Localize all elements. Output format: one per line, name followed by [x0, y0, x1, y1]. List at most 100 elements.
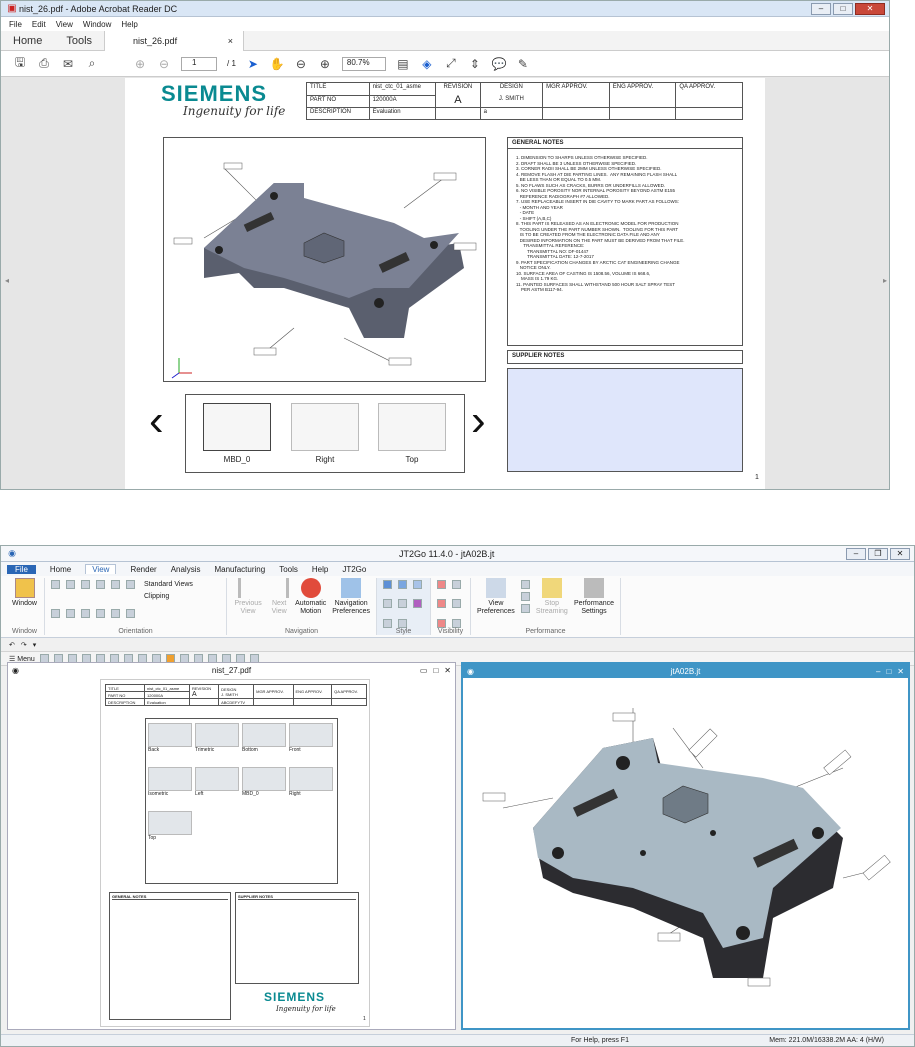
- orient-icon-8[interactable]: [66, 609, 75, 618]
- ribbon-tab-file[interactable]: File: [7, 564, 36, 574]
- menu-window[interactable]: Window: [83, 20, 111, 29]
- perf-icon-1[interactable]: [520, 580, 530, 589]
- performance-settings-button[interactable]: Performance Settings: [574, 578, 614, 635]
- next-view-button[interactable]: Next View: [269, 578, 290, 635]
- show-icon[interactable]: [437, 580, 446, 589]
- scroll-mode-icon[interactable]: ⇕: [468, 57, 482, 71]
- minimize-button[interactable]: –: [811, 2, 831, 15]
- right-panel-toggle-icon[interactable]: ▸: [883, 276, 887, 285]
- view-mbd[interactable]: MBD_0: [242, 767, 286, 797]
- style-hidden-icon[interactable]: [383, 599, 392, 609]
- menu-edit[interactable]: Edit: [32, 20, 46, 29]
- view-preferences-button[interactable]: View Preferences: [477, 578, 515, 635]
- tab-document[interactable]: nist_26.pdf ×: [104, 30, 245, 51]
- right-pane-close-icon[interactable]: ✕: [897, 667, 904, 676]
- ribbon-tab-home[interactable]: Home: [50, 565, 71, 574]
- orient-icon-2[interactable]: [66, 580, 75, 589]
- ribbon-tab-analysis[interactable]: Analysis: [171, 565, 201, 574]
- view-left[interactable]: Left: [195, 767, 239, 797]
- view-front[interactable]: Front: [289, 723, 333, 753]
- style-trans-icon[interactable]: [398, 599, 407, 609]
- ribbon-tab-jt2go[interactable]: JT2Go: [342, 565, 366, 574]
- stop-streaming-button[interactable]: Stop Streaming: [536, 578, 568, 635]
- view-back[interactable]: Back: [148, 723, 192, 753]
- next-view-arrow-icon[interactable]: ›: [471, 396, 486, 446]
- orient-icon-11[interactable]: [111, 609, 120, 618]
- close-button[interactable]: ✕: [855, 2, 885, 15]
- orient-icon-10[interactable]: [96, 609, 105, 618]
- fullscreen-icon[interactable]: ⤢: [444, 56, 458, 71]
- orient-icon-12[interactable]: [126, 609, 135, 618]
- sign-icon[interactable]: ✎: [516, 57, 530, 71]
- zoom-level-select[interactable]: 80.7%: [341, 56, 386, 71]
- page-up-icon[interactable]: ⊕: [133, 57, 147, 71]
- style-shaded-icon[interactable]: [383, 580, 392, 589]
- ribbon-tab-view[interactable]: View: [85, 564, 117, 574]
- customize-icon[interactable]: ▾: [33, 641, 37, 649]
- invert-icon[interactable]: [452, 618, 461, 628]
- jt-restore-button[interactable]: ❐: [868, 547, 888, 560]
- page-down-icon[interactable]: ⊖: [157, 57, 171, 71]
- perf-icon-2[interactable]: [520, 592, 530, 601]
- jt-minimize-button[interactable]: –: [846, 547, 866, 560]
- menu-help[interactable]: Help: [121, 20, 137, 29]
- thumbnail-mbd[interactable]: MBD_0: [202, 403, 272, 464]
- jt-close-button[interactable]: ✕: [890, 547, 910, 560]
- maximize-button[interactable]: □: [833, 2, 853, 15]
- right-pane-maximize-icon[interactable]: □: [886, 667, 891, 676]
- left-panel-toggle-icon[interactable]: ◂: [5, 276, 9, 285]
- orient-icon-5[interactable]: [111, 580, 120, 589]
- jt-model-viewport[interactable]: [463, 678, 908, 1028]
- orient-icon-7[interactable]: [51, 609, 60, 618]
- 3d-view-area[interactable]: [163, 137, 486, 382]
- select-cursor-icon[interactable]: ➤: [246, 57, 260, 71]
- comment-icon[interactable]: 💬: [491, 57, 506, 71]
- left-pane-close-icon[interactable]: ✕: [444, 666, 451, 675]
- redo-icon[interactable]: ↷: [21, 641, 27, 649]
- view-top[interactable]: Top: [148, 811, 192, 841]
- clipping-button[interactable]: Clipping: [144, 591, 193, 603]
- search-icon[interactable]: ⌕: [85, 56, 99, 71]
- navigation-preferences-button[interactable]: Navigation Preferences: [332, 578, 370, 635]
- tab-tools[interactable]: Tools: [54, 31, 104, 51]
- perf-icon-3[interactable]: [520, 604, 530, 613]
- ribbon-tab-tools[interactable]: Tools: [279, 565, 298, 574]
- automatic-motion-button[interactable]: Automatic Motion: [295, 578, 326, 635]
- zoom-out-icon[interactable]: ⊖: [294, 57, 308, 71]
- style-material-icon[interactable]: [413, 599, 422, 609]
- view-isometric[interactable]: Isometric: [148, 767, 192, 797]
- page-number-input[interactable]: 1: [181, 56, 217, 71]
- ribbon-tab-help[interactable]: Help: [312, 565, 328, 574]
- view-right[interactable]: Right: [289, 767, 333, 797]
- thumbnail-right[interactable]: Right: [290, 403, 360, 464]
- menu-view[interactable]: View: [56, 20, 73, 29]
- right-pane-minimize-icon[interactable]: –: [876, 667, 880, 676]
- view-trimetric[interactable]: Trimetric: [195, 723, 239, 753]
- page-display-icon[interactable]: ▤: [396, 57, 410, 71]
- previous-view-arrow-icon[interactable]: ‹: [149, 396, 164, 446]
- left-pane-minimize-icon[interactable]: ▭: [420, 666, 428, 675]
- show-all-icon[interactable]: [452, 599, 461, 609]
- save-icon[interactable]: 🖫: [13, 55, 27, 71]
- zoom-in-icon[interactable]: ⊕: [318, 57, 332, 71]
- undo-icon[interactable]: ↶: [9, 641, 15, 649]
- style-wire-icon[interactable]: [413, 580, 422, 589]
- orient-icon-6[interactable]: [126, 580, 135, 589]
- show-only-icon[interactable]: [437, 599, 446, 609]
- standard-views-button[interactable]: Standard Views: [144, 579, 193, 591]
- orient-icon-3[interactable]: [81, 580, 90, 589]
- style-box-icon[interactable]: [398, 618, 407, 628]
- thumbnail-top[interactable]: Top: [377, 403, 447, 464]
- hand-tool-icon[interactable]: ✋: [269, 57, 284, 71]
- tab-home[interactable]: Home: [1, 31, 54, 51]
- fit-page-icon[interactable]: ◈: [420, 57, 434, 71]
- isolate-icon[interactable]: [437, 618, 446, 628]
- orient-icon-4[interactable]: [96, 580, 105, 589]
- style-outline-icon[interactable]: [383, 618, 392, 628]
- style-edges-icon[interactable]: [398, 580, 407, 589]
- ribbon-tab-render[interactable]: Render: [130, 565, 156, 574]
- view-bottom[interactable]: Bottom: [242, 723, 286, 753]
- close-tab-icon[interactable]: ×: [228, 36, 233, 46]
- ribbon-tab-manufacturing[interactable]: Manufacturing: [214, 565, 265, 574]
- hide-icon[interactable]: [452, 580, 461, 589]
